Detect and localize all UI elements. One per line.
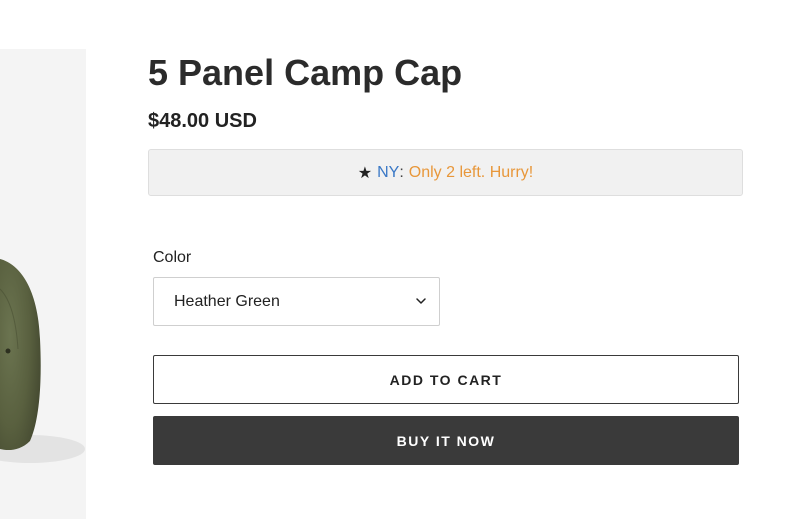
stock-notice: ★ NY : Only 2 left. Hurry! (148, 149, 743, 196)
add-to-cart-button[interactable]: ADD TO CART (153, 355, 739, 404)
stock-separator: : (399, 163, 404, 181)
product-image[interactable] (0, 49, 86, 519)
stock-message: Only 2 left. Hurry! (408, 163, 534, 181)
stock-location: NY (377, 163, 400, 181)
star-icon: ★ (357, 164, 373, 182)
cap-image (0, 259, 85, 463)
chevron-down-icon (416, 298, 426, 304)
color-label: Color (153, 249, 192, 266)
buy-it-now-button[interactable]: BUY IT NOW (153, 416, 739, 465)
product-page: 5 Panel Camp Cap $48.00 USD ★ NY : Only … (0, 0, 800, 519)
product-title: 5 Panel Camp Cap (148, 52, 463, 93)
color-select[interactable]: Heather Green (153, 277, 440, 326)
color-select-value: Heather Green (174, 292, 280, 310)
product-price: $48.00 USD (148, 110, 257, 132)
